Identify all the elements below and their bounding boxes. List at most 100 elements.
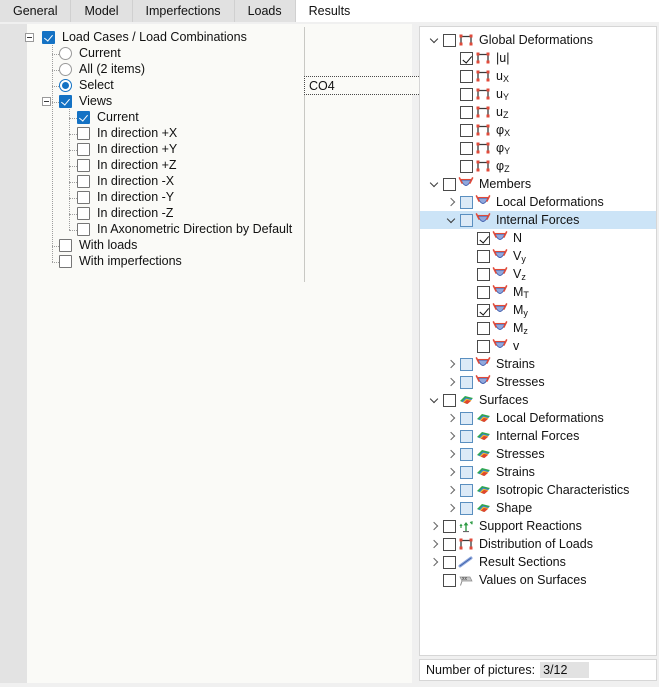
results-tree-item-stresses[interactable]: Stresses	[420, 373, 656, 391]
checkbox-in-direction-x[interactable]	[77, 127, 90, 140]
checkbox-in-direction-z[interactable]	[77, 207, 90, 220]
checkbox-strains[interactable]	[460, 465, 473, 479]
checkbox-n[interactable]	[477, 231, 490, 245]
checkbox-views[interactable]	[59, 95, 72, 108]
results-tree-item-members[interactable]: Members	[420, 175, 656, 193]
results-tree-item-v[interactable]: v	[420, 337, 656, 355]
results-tree-item-m-z[interactable]: Mz	[420, 319, 656, 337]
checkbox-support-reactions[interactable]	[443, 519, 456, 533]
results-tree-item-u-y[interactable]: uY	[420, 85, 656, 103]
chevron-right-icon[interactable]	[445, 466, 458, 479]
checkbox-u[interactable]	[460, 69, 473, 83]
checkbox-distribution-of-loads[interactable]	[443, 537, 456, 551]
checkbox-strains[interactable]	[460, 357, 473, 371]
checkbox-surfaces[interactable]	[443, 393, 456, 407]
results-tree-item-u-z[interactable]: uZ	[420, 103, 656, 121]
chevron-right-icon[interactable]	[445, 430, 458, 443]
results-tree-item-global-deformations[interactable]: Global Deformations	[420, 31, 656, 49]
collapse-icon[interactable]	[25, 33, 34, 42]
results-tree-item-support-reactions[interactable]: Support Reactions	[420, 517, 656, 535]
tab-imperfections[interactable]: Imperfections	[132, 0, 235, 22]
results-tree-item-local-deformations[interactable]: Local Deformations	[420, 409, 656, 427]
results-tree-item-m-y[interactable]: My	[420, 301, 656, 319]
checkbox-isotropic-characteristics[interactable]	[460, 483, 473, 497]
checkbox-in-direction-z[interactable]	[77, 159, 90, 172]
checkbox-u[interactable]	[460, 87, 473, 101]
radio-select[interactable]	[59, 79, 72, 92]
checkbox-global-deformations[interactable]	[443, 33, 456, 47]
chevron-right-icon[interactable]	[445, 376, 458, 389]
results-tree-item-internal-forces[interactable]: Internal Forces	[420, 427, 656, 445]
checkbox-internal-forces[interactable]	[460, 429, 473, 443]
collapse-icon[interactable]	[42, 97, 51, 106]
checkbox-m[interactable]	[477, 321, 490, 335]
checkbox-values-on-surfaces[interactable]	[443, 573, 456, 587]
checkbox-in-direction-x[interactable]	[77, 175, 90, 188]
checkbox-stresses[interactable]	[460, 375, 473, 389]
checkbox-v[interactable]	[477, 267, 490, 281]
checkbox-members[interactable]	[443, 177, 456, 191]
chevron-right-icon[interactable]	[445, 484, 458, 497]
checkbox-item[interactable]	[460, 123, 473, 137]
results-tree-panel[interactable]: Global Deformations |u| uX uY uZ φX φY φZ Member…	[419, 26, 657, 656]
chevron-right-icon[interactable]	[428, 556, 441, 569]
checkbox-current[interactable]	[77, 111, 90, 124]
checkbox-v[interactable]	[477, 339, 490, 353]
checkbox-m[interactable]	[477, 285, 490, 299]
results-tree-item-strains[interactable]: Strains	[420, 355, 656, 373]
chevron-right-icon[interactable]	[428, 538, 441, 551]
checkbox-result-sections[interactable]	[443, 555, 456, 569]
results-tree-item-u-x[interactable]: uX	[420, 67, 656, 85]
chevron-right-icon[interactable]	[445, 412, 458, 425]
checkbox-with-loads[interactable]	[59, 239, 72, 252]
results-tree-item-u[interactable]: |u|	[420, 49, 656, 67]
checkbox-in-direction-y[interactable]	[77, 191, 90, 204]
results-tree-item-item-y[interactable]: φY	[420, 139, 656, 157]
tab-results[interactable]: Results	[295, 0, 365, 22]
checkbox-in-axonometric-direction-by-default[interactable]	[77, 223, 90, 236]
checkbox-shape[interactable]	[460, 501, 473, 515]
checkbox-m[interactable]	[477, 303, 490, 317]
results-tree-item-v-z[interactable]: Vz	[420, 265, 656, 283]
checkbox-item[interactable]	[460, 141, 473, 155]
results-tree-item-item-z[interactable]: φZ	[420, 157, 656, 175]
chevron-down-icon[interactable]	[428, 178, 441, 191]
chevron-right-icon[interactable]	[445, 502, 458, 515]
checkbox-with-imperfections[interactable]	[59, 255, 72, 268]
chevron-down-icon[interactable]	[428, 34, 441, 47]
tab-model[interactable]: Model	[71, 0, 133, 22]
checkbox-u[interactable]	[460, 105, 473, 119]
results-tree-item-surfaces[interactable]: Surfaces	[420, 391, 656, 409]
results-tree-item-isotropic-characteristics[interactable]: Isotropic Characteristics	[420, 481, 656, 499]
results-tree-item-distribution-of-loads[interactable]: Distribution of Loads	[420, 535, 656, 553]
results-tree-item-m-t[interactable]: MT	[420, 283, 656, 301]
checkbox-load-cases-load-combinations[interactable]	[42, 31, 55, 44]
checkbox-u[interactable]	[460, 51, 473, 65]
tab-loads[interactable]: Loads	[234, 0, 296, 22]
results-tree-item-stresses[interactable]: Stresses	[420, 445, 656, 463]
chevron-right-icon[interactable]	[445, 196, 458, 209]
chevron-right-icon[interactable]	[428, 520, 441, 533]
radio-all-2-items-[interactable]	[59, 63, 72, 76]
chevron-right-icon[interactable]	[445, 358, 458, 371]
checkbox-local-deformations[interactable]	[460, 411, 473, 425]
chevron-down-icon[interactable]	[445, 214, 458, 227]
tab-general[interactable]: General	[0, 0, 72, 22]
results-tree-item-internal-forces[interactable]: Internal Forces	[420, 211, 656, 229]
radio-current[interactable]	[59, 47, 72, 60]
checkbox-stresses[interactable]	[460, 447, 473, 461]
chevron-right-icon[interactable]	[445, 448, 458, 461]
results-tree-item-local-deformations[interactable]: Local Deformations	[420, 193, 656, 211]
results-tree-item-n[interactable]: N	[420, 229, 656, 247]
checkbox-in-direction-y[interactable]	[77, 143, 90, 156]
checkbox-v[interactable]	[477, 249, 490, 263]
checkbox-internal-forces[interactable]	[460, 213, 473, 227]
checkbox-local-deformations[interactable]	[460, 195, 473, 209]
results-tree-item-strains[interactable]: Strains	[420, 463, 656, 481]
results-tree-item-v-y[interactable]: Vy	[420, 247, 656, 265]
results-tree-item-item-x[interactable]: φX	[420, 121, 656, 139]
chevron-down-icon[interactable]	[428, 394, 441, 407]
checkbox-item[interactable]	[460, 159, 473, 173]
results-tree-item-result-sections[interactable]: Result Sections	[420, 553, 656, 571]
results-tree-item-values-on-surfaces[interactable]: xx Values on Surfaces	[420, 571, 656, 589]
